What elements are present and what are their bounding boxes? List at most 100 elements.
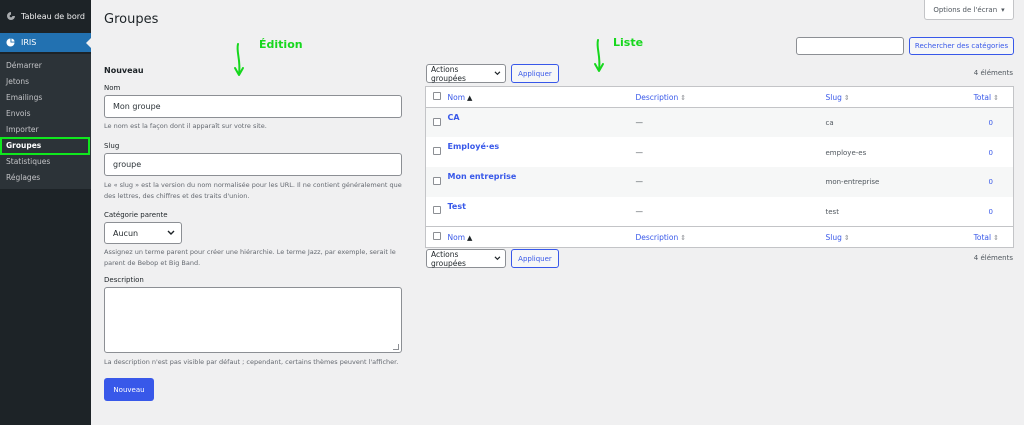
annotation-edition: Édition [259,38,303,51]
column-label: Total [973,232,992,242]
sidebar-item-importer[interactable]: Importer [0,122,91,138]
submit-new-group-button[interactable]: Nouveau [104,378,154,401]
bulk-actions-label: Actions groupées [431,249,466,268]
column-label: Total [973,92,992,102]
chevron-down-icon [494,256,501,261]
sidebar-item-dashboard[interactable]: Tableau de bord [0,0,91,32]
bulk-actions-label: Actions groupées [431,64,466,83]
select-all-checkbox[interactable] [433,92,441,100]
bulk-actions-select[interactable]: Actions groupées [426,249,506,268]
name-label: Nom [104,84,121,92]
cell-total: 0 [956,137,1014,167]
group-name-link[interactable]: Test [448,202,466,211]
column-footer-slug[interactable]: Slug ⇕ [826,227,956,248]
description-value: — [635,177,644,187]
column-header-description[interactable]: Description ⇕ [636,87,826,108]
parent-selected-value: Aucun [113,228,139,238]
slug-value: test [825,207,839,216]
column-label: Description [635,92,679,102]
total-link[interactable]: 0 [989,119,993,127]
sort-asc-icon: ▲ [467,93,473,102]
parent-help: Assignez un terme parent pour créer une … [104,247,404,269]
row-checkbox-cell [426,167,448,197]
row-checkbox[interactable] [433,117,441,126]
column-footer-description[interactable]: Description ⇕ [636,227,826,248]
description-value: — [635,118,644,128]
parent-select[interactable]: Aucun [104,222,182,244]
search-categories-button[interactable]: Rechercher des catégories [909,37,1014,55]
cell-description: — [636,197,826,227]
parent-help-line: Assignez un terme parent pour créer une … [104,248,396,256]
sidebar-item-statistiques[interactable]: Statistiques [0,154,91,170]
page-title: Groupes [104,12,159,27]
column-label: Nom [447,92,466,102]
apply-button[interactable]: Appliquer [511,64,559,83]
sort-icon: ⇕ [993,93,999,102]
parent-help-line: parent de Bebop et Big Band. [104,259,201,267]
description-textarea[interactable] [104,287,402,353]
row-checkbox-cell [426,197,448,227]
form-heading: Nouveau [104,66,144,75]
cell-slug: test [826,197,956,227]
items-count: 4 éléments [973,69,1013,77]
sidebar-item-iris[interactable]: IRIS [0,33,91,52]
name-input[interactable]: Mon groupe [104,95,402,118]
table-footer-row: Nom ▲ Description ⇕ Slug ⇕ Total ⇕ [425,226,1014,248]
cell-slug: ca [826,108,956,138]
resize-handle-icon[interactable] [393,344,399,350]
column-header-nom[interactable]: Nom ▲ [448,87,636,108]
row-checkbox[interactable] [433,176,441,185]
sidebar-item-reglages[interactable]: Réglages [0,170,91,186]
description-value: — [635,147,644,157]
bulk-actions-select[interactable]: Actions groupées [426,64,506,83]
active-indicator [86,38,91,48]
row-checkbox[interactable] [433,147,441,156]
column-header-slug[interactable]: Slug ⇕ [826,87,956,108]
sidebar-item-envois[interactable]: Envois [0,106,91,122]
chevron-down-icon [494,71,501,76]
cell-total: 0 [956,197,1014,227]
slug-value: employe-es [825,148,867,157]
group-name-link[interactable]: Mon entreprise [448,172,517,181]
arrow-down-icon [594,39,604,72]
footer-checkbox-cell [426,227,448,248]
select-all-checkbox[interactable] [433,232,441,240]
chevron-down-icon [167,230,175,235]
slug-input[interactable]: groupe [104,153,402,176]
row-checkbox-cell [426,137,448,167]
description-value: — [635,206,644,216]
cell-name: Test [448,197,636,227]
description-label: Description [104,276,144,284]
bulk-actions-bottom: Actions groupées Appliquer [426,249,559,268]
table-row: Mon entreprise — mon-entreprise 0 [425,167,1014,197]
pie-chart-icon [6,38,15,47]
sidebar-item-label: IRIS [21,38,37,47]
slug-help: Le « slug » est la version du nom normal… [104,180,404,202]
sidebar-item-label: Tableau de bord [21,11,85,21]
dashboard-icon [7,12,15,20]
row-checkbox-cell [426,108,448,138]
group-name-link[interactable]: Employé·es [448,142,500,151]
search-input[interactable] [796,37,904,55]
row-checkbox[interactable] [433,206,441,215]
sidebar-item-emailings[interactable]: Emailings [0,90,91,106]
header-checkbox-cell [426,87,448,108]
table-header-row: Nom ▲ Description ⇕ Slug ⇕ Total ⇕ [425,87,1014,108]
sort-icon: ⇕ [843,233,850,242]
sort-asc-icon: ▲ [467,233,473,242]
column-header-total[interactable]: Total ⇕ [956,87,1014,108]
total-link[interactable]: 0 [989,149,993,157]
column-footer-total[interactable]: Total ⇕ [956,227,1014,248]
sidebar-item-demarrer[interactable]: Démarrer [0,58,91,74]
total-link[interactable]: 0 [989,178,993,186]
total-link[interactable]: 0 [989,208,993,216]
sidebar-item-jetons[interactable]: Jetons [0,74,91,90]
sidebar-item-groupes[interactable]: Groupes [0,137,90,155]
screen-options-label: Options de l'écran [933,5,998,14]
apply-button[interactable]: Appliquer [511,249,559,268]
cell-name: CA [448,108,636,138]
group-name-link[interactable]: CA [448,113,460,122]
screen-options-button[interactable]: Options de l'écran ▾ [924,0,1014,20]
column-footer-nom[interactable]: Nom ▲ [448,227,636,248]
cell-total: 0 [956,167,1014,197]
